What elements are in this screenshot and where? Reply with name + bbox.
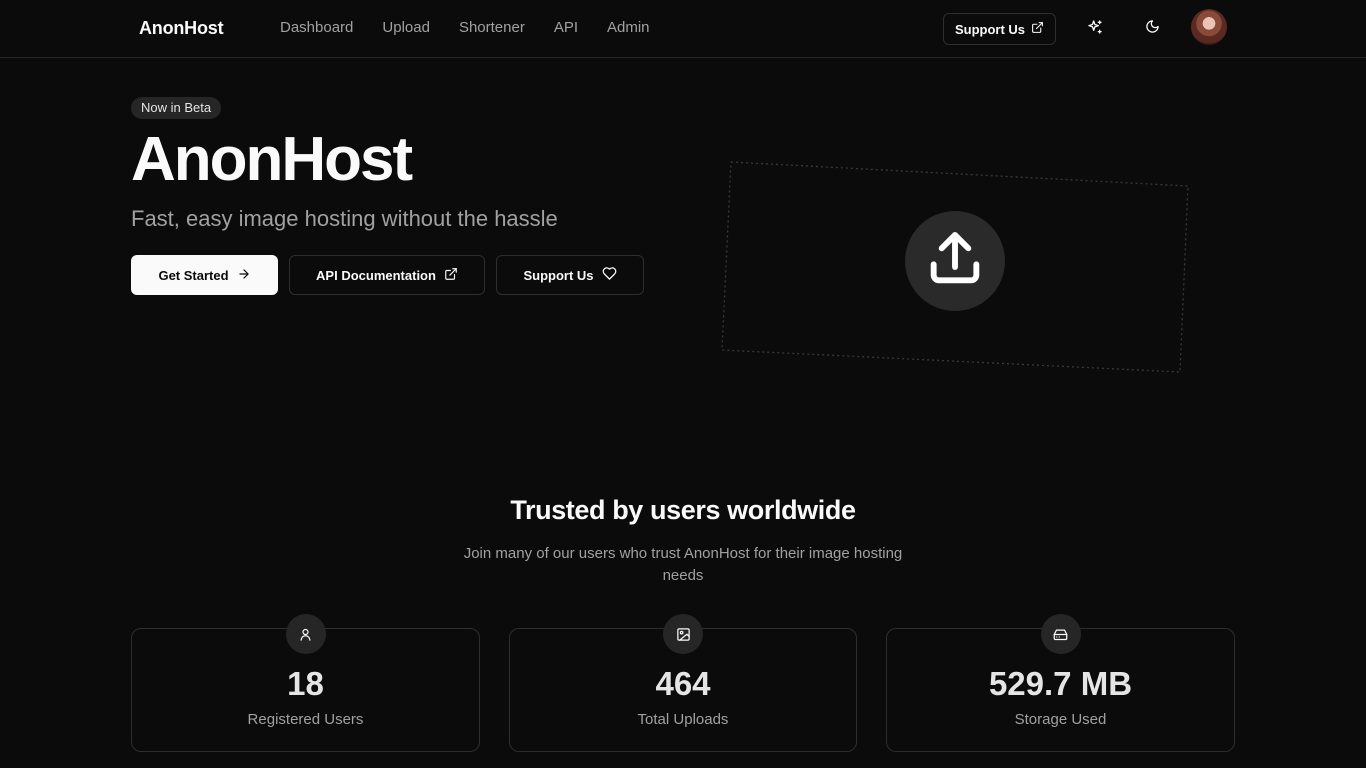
beta-badge: Now in Beta [131,97,222,119]
upload-icon [923,227,987,296]
external-link-icon [1031,21,1044,37]
get-started-label: Get Started [158,267,229,283]
hero-title: AnonHost [131,125,413,194]
arrow-right-icon [237,267,251,284]
user-icon [285,614,326,654]
nav-link-admin[interactable]: Admin [607,19,650,36]
support-us-label: Support Us [954,21,1026,37]
stat-label: Storage Used [1014,711,1107,728]
nav-link-upload[interactable]: Upload [382,19,430,36]
heart-icon [602,266,617,284]
support-us-button[interactable]: Support Us [496,255,644,295]
hero-subtitle: Fast, easy image hosting without the has… [131,206,558,231]
stat-card-uploads: 464 Total Uploads [509,614,857,752]
nav-link-dashboard[interactable]: Dashboard [280,19,353,36]
external-link-icon [444,267,458,284]
nav-link-api[interactable]: API [554,19,578,36]
main-nav: Dashboard Upload Shortener API Admin [280,19,679,36]
moon-icon [1145,19,1160,39]
stats-heading: Trusted by users worldwide [510,495,856,525]
api-documentation-label: API Documentation [316,267,436,283]
stat-card-storage: 529.7 MB Storage Used [886,614,1235,752]
api-documentation-button[interactable]: API Documentation [289,255,485,295]
sparkles-button[interactable] [1079,13,1111,45]
user-avatar[interactable] [1191,9,1227,45]
image-icon [663,614,703,654]
stat-value: 529.7 MB [988,665,1133,702]
stat-value: 464 [655,665,711,702]
brand-logo[interactable]: AnonHost [139,18,224,39]
support-us-nav-button[interactable]: Support Us [943,13,1056,45]
hard-drive-icon [1040,614,1081,654]
stat-value: 18 [287,665,324,702]
sparkles-icon [1087,19,1103,40]
support-us-label: Support Us [523,267,594,283]
stat-label: Registered Users [247,711,364,728]
upload-button[interactable] [905,211,1005,311]
theme-toggle-button[interactable] [1136,13,1168,45]
stat-label: Total Uploads [637,711,729,728]
top-navbar: AnonHost Dashboard Upload Shortener API … [0,0,1366,58]
stats-description: Join many of our users who trust AnonHos… [463,545,903,584]
get-started-button[interactable]: Get Started [131,255,278,295]
nav-link-shortener[interactable]: Shortener [459,19,525,36]
stat-card-users: 18 Registered Users [131,614,480,752]
